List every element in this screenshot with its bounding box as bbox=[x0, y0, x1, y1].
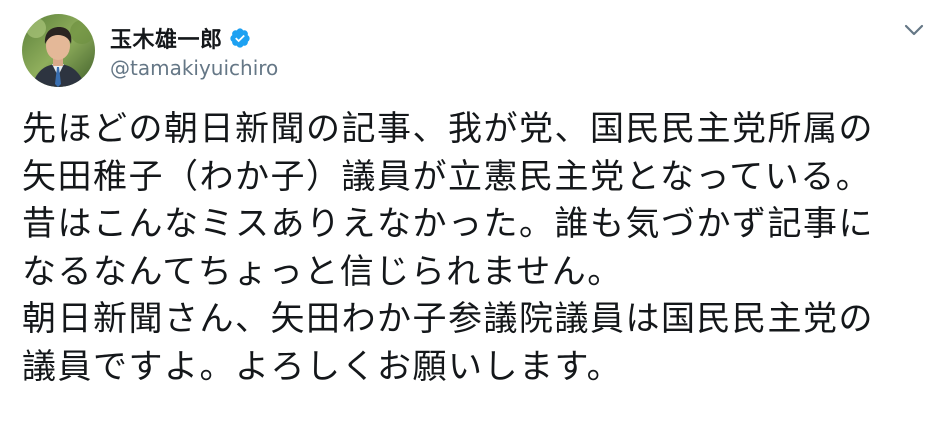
tweet-text-line: 昔はこんなミスありえなかった。誰も気づかず記事に bbox=[22, 204, 874, 244]
tweet-text-line: 矢田稚子（わか子）議員が立憲民主党となっている。 bbox=[22, 156, 872, 197]
tweet-text-line: なるなんてちょっと信じられません。 bbox=[22, 251, 623, 292]
tweet-text: 先ほどの朝日新聞の記事、我が党、国民民主党所属の 矢田稚子（わか子）議員が立憲民… bbox=[22, 106, 932, 391]
chevron-down-icon[interactable] bbox=[903, 22, 925, 38]
name-row: 玉木雄一郎 bbox=[110, 22, 278, 54]
tweet-header: 玉木雄一郎 @tamakiyuichiro bbox=[22, 14, 278, 87]
display-name[interactable]: 玉木雄一郎 bbox=[110, 22, 223, 54]
tweet-text-line: 議員ですよ。よろしくお願いします。 bbox=[22, 346, 623, 387]
user-handle[interactable]: @tamakiyuichiro bbox=[110, 56, 278, 80]
tweet-text-line: 先ほどの朝日新聞の記事、我が党、国民民主党所属の bbox=[22, 109, 874, 149]
avatar[interactable] bbox=[22, 14, 95, 87]
user-names: 玉木雄一郎 @tamakiyuichiro bbox=[110, 14, 278, 87]
tweet-text-line: 朝日新聞さん、矢田わか子参議院議員は国民民主党の bbox=[22, 299, 874, 339]
tweet-card: 玉木雄一郎 @tamakiyuichiro 先ほどの朝日新聞の記事、我が党、国民… bbox=[0, 0, 950, 436]
verified-badge-icon bbox=[229, 27, 251, 49]
